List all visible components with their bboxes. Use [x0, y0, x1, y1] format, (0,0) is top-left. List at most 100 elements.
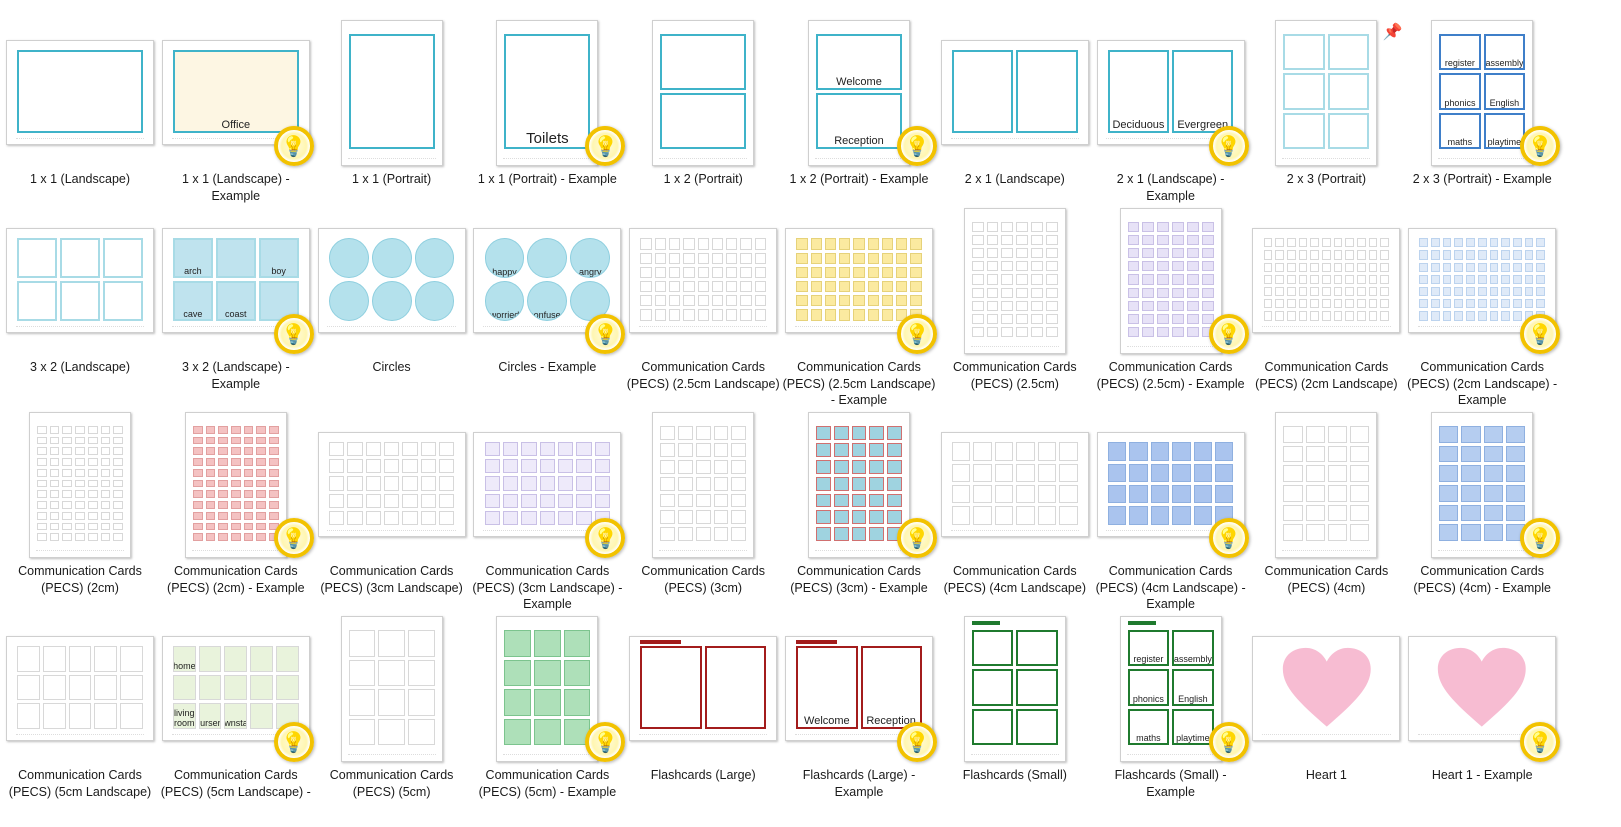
template-thumbnail[interactable]: 💡 [158, 412, 314, 558]
template-item[interactable]: 💡 Communication Cards (PECS) (2cm Landsca… [1404, 208, 1561, 407]
template-thumbnail[interactable] [2, 208, 158, 354]
card-cell [68, 703, 92, 729]
template-item[interactable]: Circles [314, 208, 470, 404]
template-item[interactable]: Communication Cards (PECS) (2cm) [2, 412, 158, 608]
template-item[interactable]: Communication Cards (PECS) (2.5cm) [937, 208, 1093, 404]
template-item[interactable]: Flashcards (Small) [937, 616, 1093, 800]
template-thumbnail[interactable]: 💡 [1404, 412, 1561, 558]
template-thumbnail[interactable]: arch boy cave coast 💡 [158, 208, 314, 354]
template-thumbnail[interactable]: 💡 [781, 412, 937, 558]
template-thumbnail[interactable] [314, 20, 470, 166]
page-preview [808, 412, 910, 558]
template-thumbnail[interactable] [1248, 616, 1404, 762]
template-label: 1 x 2 (Portrait) [663, 172, 743, 186]
template-thumbnail[interactable] [625, 412, 781, 558]
template-item[interactable]: Welcome Reception 💡 Flashcards (Large) - Ex… [781, 616, 937, 800]
template-item[interactable]: home living room nurserydownstairs 💡 Communi… [158, 616, 314, 800]
template-thumbnail[interactable]: Deciduous Evergreen 💡 [1093, 20, 1249, 166]
template-thumbnail[interactable] [625, 208, 781, 354]
template-item[interactable]: Communication Cards (PECS) (5cm Landscap… [2, 616, 158, 800]
template-item[interactable]: Office 💡 1 x 1 (Landscape) - Example [158, 20, 314, 216]
template-item[interactable]: Communication Cards (PECS) (5cm) [314, 616, 470, 800]
template-thumbnail[interactable] [2, 616, 158, 762]
template-thumbnail[interactable] [625, 20, 781, 166]
template-thumbnail[interactable]: 💡 [469, 616, 626, 762]
template-thumbnail[interactable] [937, 616, 1093, 762]
template-item[interactable]: Communication Cards (PECS) (2.5cm Landsc… [625, 208, 781, 404]
template-thumbnail[interactable]: 📌 [1248, 20, 1404, 166]
card-cell [851, 527, 867, 542]
template-item[interactable]: Flashcards (Large) [625, 616, 781, 800]
template-item[interactable]: Communication Cards (PECS) (2cm Landscap… [1248, 208, 1404, 404]
card-cell [17, 238, 58, 278]
template-thumbnail[interactable]: Office 💡 [158, 20, 314, 166]
template-thumbnail[interactable]: 💡 [1093, 208, 1249, 354]
template-item[interactable]: 💡 Communication Cards (PECS) (4cm Landsca… [1093, 412, 1249, 611]
template-item[interactable]: 💡 Communication Cards (PECS) (2.5cm) - Ex… [1093, 208, 1249, 404]
card-cell [851, 476, 867, 491]
template-thumbnail[interactable] [937, 208, 1093, 354]
template-item[interactable]: Communication Cards (PECS) (3cm) [625, 412, 781, 608]
card-cell [1483, 524, 1503, 542]
card-cell [1477, 274, 1487, 285]
template-item[interactable]: register assembly phonics English maths playt… [1404, 20, 1561, 216]
template-item[interactable]: 💡 Communication Cards (PECS) (3cm) - Exam… [781, 412, 937, 608]
template-item[interactable]: 3 x 2 (Landscape) [2, 208, 158, 404]
template-thumbnail[interactable]: home living room nurserydownstairs 💡 [158, 616, 314, 762]
template-item[interactable]: arch boy cave coast 💡 3 x 2 (Landscape) - Exa… [158, 208, 314, 404]
card-cell [1380, 238, 1390, 248]
card-cell [230, 479, 241, 488]
template-item[interactable]: happy angry worried confused 💡 Circles - Exam… [469, 208, 626, 404]
template-thumbnail[interactable]: happy angry worried confused 💡 [469, 208, 626, 354]
template-item[interactable]: Communication Cards (PECS) (4cm) [1248, 412, 1404, 608]
card-cell [1059, 484, 1078, 504]
card-cell [1310, 274, 1320, 285]
template-thumbnail[interactable] [314, 208, 470, 354]
template-thumbnail[interactable]: 💡 [781, 208, 937, 354]
template-item[interactable]: 💡 Communication Cards (PECS) (5cm) - Exam… [469, 616, 626, 800]
template-item[interactable]: 2 x 1 (Landscape) [937, 20, 1093, 216]
template-item[interactable]: 💡 Heart 1 - Example [1404, 616, 1561, 800]
template-thumbnail[interactable]: register assembly phonics English maths playt… [1093, 616, 1249, 762]
template-thumbnail[interactable] [1248, 412, 1404, 558]
template-item[interactable]: register assembly phonics English maths playt… [1093, 616, 1249, 800]
card-cell [348, 629, 376, 657]
template-item[interactable]: 💡 Communication Cards (PECS) (2.5cm Lands… [781, 208, 937, 407]
template-thumbnail[interactable]: Welcome Reception 💡 [781, 20, 937, 166]
template-item[interactable]: Communication Cards (PECS) (4cm Landscap… [937, 412, 1093, 608]
template-thumbnail[interactable] [937, 20, 1093, 166]
template-thumbnail[interactable] [2, 20, 158, 166]
template-item[interactable]: 1 x 2 (Portrait) [625, 20, 781, 216]
template-thumbnail[interactable] [1248, 208, 1404, 354]
template-label: Communication Cards (PECS) (5cm Landscap… [160, 768, 311, 799]
template-item[interactable]: 📌 2 x 3 (Portrait) [1248, 20, 1404, 216]
card-cell [439, 459, 455, 474]
template-thumbnail[interactable] [314, 616, 470, 762]
template-thumbnail[interactable]: Toilets 💡 [469, 20, 626, 166]
template-thumbnail[interactable] [625, 616, 781, 762]
template-item[interactable]: 💡 Communication Cards (PECS) (3cm Landsca… [469, 412, 626, 611]
template-thumbnail[interactable]: 💡 [469, 412, 626, 558]
card-cell [75, 533, 85, 542]
template-item[interactable]: Deciduous Evergreen 💡 2 x 1 (Landscape) - E… [1093, 20, 1249, 216]
template-item[interactable]: 1 x 1 (Portrait) [314, 20, 470, 216]
template-thumbnail[interactable]: 💡 [1404, 616, 1561, 762]
template-item[interactable]: 1 x 1 (Landscape) [2, 20, 158, 216]
template-item[interactable]: Toilets 💡 1 x 1 (Portrait) - Example [469, 20, 626, 216]
template-thumbnail[interactable] [314, 412, 470, 558]
template-item[interactable]: 💡 Communication Cards (PECS) (2cm) - Exam… [158, 412, 314, 608]
template-thumbnail[interactable]: 💡 [1404, 208, 1561, 354]
card-cell [1345, 238, 1355, 248]
template-thumbnail[interactable] [937, 412, 1093, 558]
template-item[interactable]: Welcome Reception 💡 1 x 2 (Portrait) - Exam… [781, 20, 937, 216]
template-item[interactable]: Communication Cards (PECS) (3cm Landscap… [314, 412, 470, 608]
template-thumbnail[interactable] [2, 412, 158, 558]
template-item[interactable]: 💡 Communication Cards (PECS) (4cm) - Exam… [1404, 412, 1561, 608]
card-cell [867, 252, 879, 264]
card-cell [521, 493, 537, 508]
template-thumbnail[interactable]: Welcome Reception 💡 [781, 616, 937, 762]
template-thumbnail[interactable]: register assembly phonics English maths playt… [1404, 20, 1561, 166]
template-item[interactable]: Heart 1 [1248, 616, 1404, 800]
card-cell [640, 295, 652, 307]
template-thumbnail[interactable]: 💡 [1093, 412, 1249, 558]
